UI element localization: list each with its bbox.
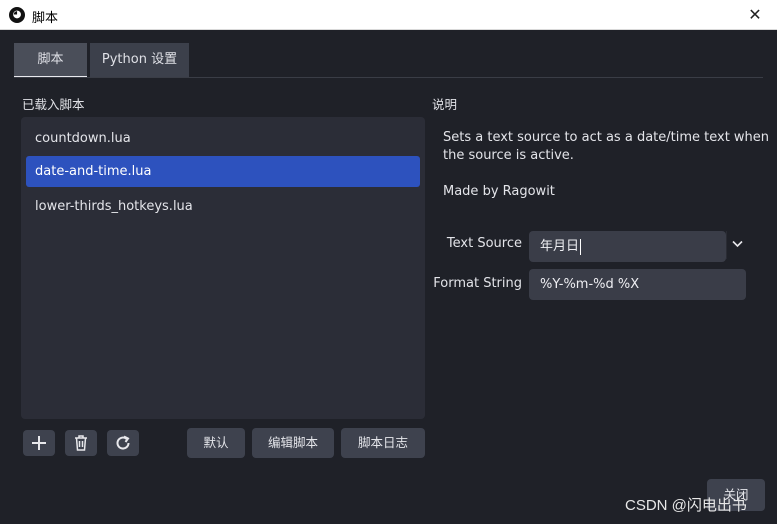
text-source-select[interactable]: 年月日 (529, 231, 726, 262)
remove-script-button[interactable] (65, 430, 97, 456)
script-item-date-and-time[interactable]: date-and-time.lua (26, 156, 420, 187)
title-bar: ◕ 脚本 ✕ (0, 0, 777, 30)
window-title: 脚本 (32, 11, 59, 26)
format-string-input[interactable]: %Y-%m-%d %X (529, 269, 746, 300)
text-source-label: Text Source (446, 236, 522, 251)
plus-icon (32, 436, 46, 450)
chevron-down-icon (732, 240, 743, 248)
watermark: CSDN @闪电出书 (625, 497, 747, 514)
loaded-scripts-heading: 已载入脚本 (22, 97, 85, 112)
script-item-lower-thirds-hotkeys[interactable]: lower-thirds_hotkeys.lua (26, 191, 420, 222)
trash-icon (75, 435, 87, 451)
format-string-label: Format String (433, 276, 522, 291)
description-line-1: Sets a text source to act as a date/time… (443, 130, 770, 145)
tab-scripts[interactable]: 脚本 (14, 43, 87, 78)
edit-script-button[interactable]: 编辑脚本 (252, 428, 334, 458)
script-item-countdown[interactable]: countdown.lua (26, 123, 420, 154)
add-script-button[interactable] (23, 430, 55, 456)
text-cursor (580, 238, 582, 255)
tab-divider (14, 77, 763, 78)
description-line-2: the source is active. (443, 148, 574, 163)
obs-logo-icon: ◕ (9, 7, 25, 23)
description-author: Made by Ragowit (443, 184, 555, 199)
defaults-button[interactable]: 默认 (187, 428, 245, 458)
window-close-button[interactable]: ✕ (733, 0, 777, 30)
tab-python-settings[interactable]: Python 设置 (90, 43, 189, 77)
script-log-button[interactable]: 脚本日志 (341, 428, 425, 458)
text-source-dropdown-button[interactable] (726, 231, 747, 259)
description-heading: 说明 (432, 97, 458, 112)
refresh-icon (116, 435, 130, 450)
reload-script-button[interactable] (107, 430, 139, 456)
loaded-scripts-list[interactable]: countdown.lua date-and-time.lua lower-th… (21, 117, 425, 419)
text-source-value: 年月日 (540, 239, 580, 254)
